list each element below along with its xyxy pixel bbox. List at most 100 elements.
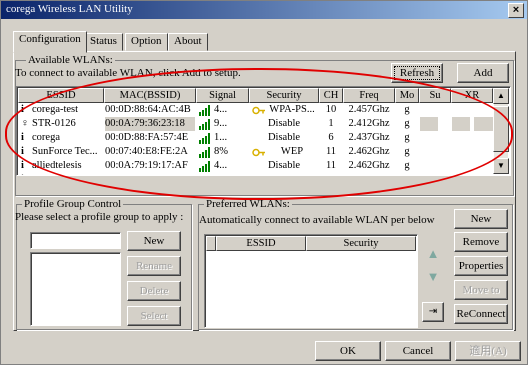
tab-status[interactable]: Status bbox=[84, 33, 123, 51]
cell-signal: 1... bbox=[214, 132, 228, 143]
add-button[interactable]: Add bbox=[457, 63, 509, 83]
scroll-up-icon[interactable]: ▲ bbox=[493, 88, 509, 104]
connect-icon[interactable]: ⇥ bbox=[422, 302, 444, 322]
reconnect-button[interactable]: ReConnect bbox=[454, 304, 508, 324]
configuration-panel: Available WLANs: To connect to available… bbox=[13, 51, 516, 331]
cell-freq: 2.462Ghz bbox=[348, 146, 390, 157]
preferred-properties-button[interactable]: Properties bbox=[454, 256, 508, 276]
signal-bars-icon bbox=[199, 119, 212, 130]
title-bar[interactable]: corega Wireless LAN Utility × bbox=[1, 1, 527, 19]
window-title: corega Wireless LAN Utility bbox=[6, 3, 133, 15]
vertical-scrollbar[interactable]: ▲ ▼ bbox=[493, 88, 509, 174]
cell-freq: 2.442Ghz bbox=[344, 173, 394, 175]
cell-mac: 00:07:40:E8:FE:2A bbox=[105, 146, 188, 157]
preferred-wlans-label: Preferred WLANs: bbox=[204, 198, 292, 210]
available-wlan-list[interactable]: ESSID MAC(BSSID) Signal Security CH Freq… bbox=[16, 86, 511, 176]
ok-button[interactable]: OK bbox=[315, 341, 381, 361]
cell-essid: bb bbox=[32, 173, 102, 175]
cell-mo: g bbox=[404, 146, 410, 157]
cell-signal: 8% bbox=[214, 146, 228, 157]
profile-group-hint: Please select a profile group to apply : bbox=[15, 211, 184, 223]
profile-group-select[interactable] bbox=[30, 232, 121, 249]
tab-option[interactable]: Option bbox=[125, 33, 168, 51]
cell-ch: 11 bbox=[325, 160, 337, 171]
cell-ch: 11 bbox=[325, 146, 337, 157]
signal-bars-icon bbox=[199, 147, 212, 158]
apply-button[interactable]: 適用(A) bbox=[455, 341, 521, 361]
cancel-button[interactable]: Cancel bbox=[385, 341, 451, 361]
table-row[interactable]: ibb00:0A:79:36:05:06 4... WEP72.442Ghzg bbox=[18, 173, 494, 176]
cell-mo: g bbox=[404, 160, 410, 171]
cell-mo: g bbox=[404, 104, 410, 115]
cell-signal: 4... bbox=[214, 160, 228, 171]
cell-freq: 2.437Ghz bbox=[348, 132, 390, 143]
scroll-down-icon[interactable]: ▼ bbox=[493, 158, 509, 174]
column-mo[interactable]: Mo bbox=[395, 88, 419, 103]
cell-security: WEP bbox=[280, 146, 304, 157]
profile-group-list[interactable] bbox=[30, 252, 121, 326]
scroll-thumb[interactable] bbox=[493, 106, 509, 152]
tab-configuration[interactable]: Configuration bbox=[13, 31, 87, 53]
column-essid[interactable]: ESSID bbox=[18, 88, 104, 103]
preferred-new-button[interactable]: New bbox=[454, 209, 508, 229]
preferred-column-security[interactable]: Security bbox=[306, 236, 416, 251]
column-xr[interactable]: XR bbox=[451, 88, 493, 103]
preferred-move-to-button[interactable]: Move to bbox=[454, 280, 508, 300]
info-icon: i bbox=[21, 132, 24, 143]
available-hint: To connect to available WLAN, click Add … bbox=[15, 67, 241, 79]
profile-delete-button[interactable]: Delete bbox=[127, 281, 181, 301]
cell-freq: 2.457Ghz bbox=[348, 104, 390, 115]
refresh-button[interactable]: Refresh bbox=[391, 63, 443, 83]
signal-bars-icon bbox=[199, 161, 212, 172]
column-su[interactable]: Su bbox=[419, 88, 451, 103]
move-up-icon[interactable]: ▲ bbox=[424, 245, 442, 263]
cell-mo: g bbox=[396, 173, 418, 175]
selected-cell bbox=[474, 117, 494, 131]
info-icon: i bbox=[21, 104, 24, 115]
cell-security: Disable bbox=[267, 160, 301, 171]
info-icon: i bbox=[21, 146, 24, 157]
table-row[interactable]: ♀ STR-0126 00:0A:79:36:23:18 9... Disable 1 2.… bbox=[18, 117, 494, 131]
preferred-remove-button[interactable]: Remove bbox=[454, 232, 508, 252]
cell-essid: SunForce Tec... bbox=[32, 146, 98, 157]
key-icon bbox=[252, 106, 266, 115]
cell-essid: STR-0126 bbox=[32, 118, 76, 129]
preferred-wlan-list[interactable]: ESSID Security bbox=[204, 234, 418, 328]
close-icon[interactable]: × bbox=[508, 3, 524, 18]
selected-cell bbox=[452, 117, 470, 131]
table-row[interactable]: i corega 00:0D:88:FA:57:4E 1... Disable 6 2.43… bbox=[18, 131, 494, 145]
table-row[interactable]: i alliedtelesis 00:0A:79:19:17:AF 4... Disab… bbox=[18, 159, 494, 173]
cell-ch: 1 bbox=[328, 118, 334, 129]
preferred-hint: Automatically connect to available WLAN … bbox=[199, 214, 435, 226]
move-down-icon[interactable]: ▼ bbox=[424, 268, 442, 286]
signal-bars-icon bbox=[199, 175, 212, 176]
connected-icon: ♀ bbox=[21, 118, 29, 129]
tab-about[interactable]: About bbox=[168, 33, 208, 51]
cell-mo: g bbox=[404, 132, 410, 143]
column-ch[interactable]: CH bbox=[319, 88, 343, 103]
cell-security: Disable bbox=[267, 118, 301, 129]
profile-group-label: Profile Group Control bbox=[22, 198, 124, 210]
main-window: corega Wireless LAN Utility × Configurat… bbox=[0, 0, 528, 365]
selected-cell bbox=[420, 117, 438, 131]
cell-security: Disable bbox=[267, 132, 301, 143]
key-icon bbox=[252, 148, 266, 157]
table-row[interactable]: i SunForce Tec... 00:07:40:E8:FE:2A 8% WEP 11… bbox=[18, 145, 494, 159]
cell-mac: 00:0D:88:64:AC:4B bbox=[105, 104, 191, 115]
column-freq[interactable]: Freq bbox=[343, 88, 395, 103]
preferred-column-essid[interactable]: ESSID bbox=[216, 236, 306, 251]
signal-bars-icon bbox=[199, 105, 212, 116]
profile-new-button[interactable]: New bbox=[127, 231, 181, 251]
cell-mo: g bbox=[404, 118, 410, 129]
cell-mac: 00:0A:79:36:05:06 bbox=[105, 173, 195, 175]
table-row[interactable]: i corega-test 00:0D:88:64:AC:4B 4... WPA-PS.… bbox=[18, 103, 494, 117]
column-security[interactable]: Security bbox=[249, 88, 319, 103]
cell-signal: 9... bbox=[214, 118, 228, 129]
column-signal[interactable]: Signal bbox=[196, 88, 249, 103]
column-mac[interactable]: MAC(BSSID) bbox=[104, 88, 196, 103]
profile-select-button[interactable]: Select bbox=[127, 306, 181, 326]
info-icon: i bbox=[21, 160, 24, 171]
profile-rename-button[interactable]: Rename bbox=[127, 256, 181, 276]
cell-mac: 00:0D:88:FA:57:4E bbox=[105, 132, 189, 143]
cell-freq: 2.412Ghz bbox=[348, 118, 390, 129]
